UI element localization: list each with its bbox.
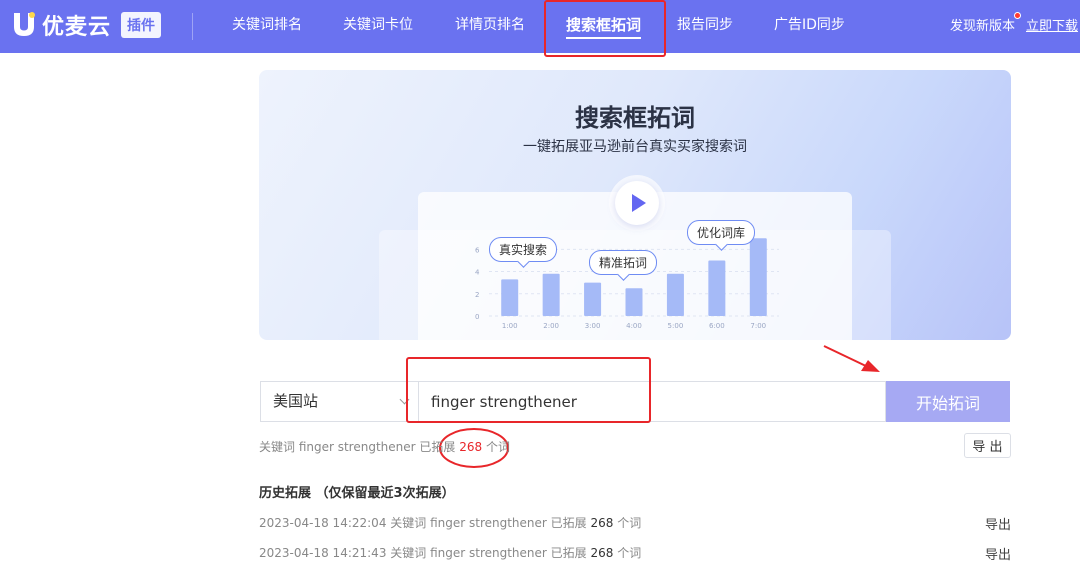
bubble-real-search: 真实搜索: [489, 237, 558, 262]
history-text: 2023-04-18 14:21:43 关键词 finger strengthe…: [259, 544, 641, 561]
history-suffix: 个词: [613, 516, 642, 530]
annotation-highlight-nav: [544, 0, 666, 57]
chart-bar: [708, 260, 726, 316]
chart-bar: [501, 279, 519, 316]
new-version-notice: 发现新版本: [950, 19, 1016, 34]
history-export-link[interactable]: 导出: [985, 544, 1011, 563]
play-icon[interactable]: [615, 181, 659, 225]
result-count: 268: [459, 440, 483, 454]
annotation-highlight-input: [406, 357, 651, 423]
nav-label: 广告ID同步: [774, 17, 845, 33]
history-suffix: 个词: [613, 546, 642, 560]
export-button[interactable]: 导 出: [964, 433, 1011, 458]
x-tick-label: 3:00: [585, 322, 601, 330]
x-tick-label: 2:00: [543, 322, 559, 330]
logo[interactable]: 优麦云 插件: [12, 9, 162, 41]
chart-bar: [625, 288, 643, 316]
nav-label: 关键词排名: [232, 17, 302, 33]
x-tick-label: 4:00: [626, 322, 642, 330]
bubble-precise-expand: 精准拓词: [589, 250, 658, 275]
bubble-optimize-library: 优化词库: [687, 220, 756, 245]
x-tick-label: 1:00: [502, 322, 518, 330]
y-tick-label: 0: [475, 313, 479, 321]
logo-icon: [14, 12, 35, 36]
nav-ad-id-sync[interactable]: 广告ID同步: [774, 0, 845, 53]
history-row: 2023-04-18 14:21:43 关键词 finger strengthe…: [259, 544, 1011, 564]
history-count: 268: [590, 516, 614, 530]
history-title: 历史拓展 （仅保留最近3次拓展）: [259, 486, 455, 501]
result-suffix: 个词: [482, 440, 510, 454]
site-select[interactable]: 美国站: [260, 381, 418, 422]
chart-bar: [749, 238, 767, 316]
y-tick-label: 2: [475, 291, 479, 299]
y-tick-label: 6: [475, 246, 480, 254]
nav-label: 报告同步: [677, 17, 733, 33]
download-link[interactable]: 立即下载: [1026, 15, 1078, 34]
chart-bar: [584, 282, 602, 316]
site-select-value: 美国站: [273, 392, 319, 410]
chart-bar: [542, 273, 560, 316]
history-text: 2023-04-18 14:22:04 关键词 finger strengthe…: [259, 514, 641, 531]
start-expand-button[interactable]: 开始拓词: [886, 381, 1010, 422]
x-tick-label: 7:00: [750, 322, 766, 330]
result-prefix: 关键词 finger strengthener 已拓展: [259, 440, 460, 454]
result-summary: 关键词 finger strengthener 已拓展 268 个词: [259, 438, 510, 455]
logo-text: 优麦云: [42, 15, 112, 40]
x-tick-label: 5:00: [668, 322, 684, 330]
history-prefix: 2023-04-18 14:22:04 关键词 finger strengthe…: [259, 516, 591, 530]
history-count: 268: [590, 546, 614, 560]
y-tick-label: 4: [475, 269, 480, 277]
nav-divider: [192, 13, 193, 40]
nav-report-sync[interactable]: 报告同步: [677, 0, 733, 53]
nav-label: 关键词卡位: [343, 17, 413, 33]
x-tick-label: 6:00: [709, 322, 725, 330]
history-prefix: 2023-04-18 14:21:43 关键词 finger strengthe…: [259, 546, 591, 560]
nav-keyword-ranking[interactable]: 关键词排名: [232, 0, 302, 53]
history-row: 2023-04-18 14:22:04 关键词 finger strengthe…: [259, 514, 1011, 534]
nav-keyword-slot[interactable]: 关键词卡位: [343, 0, 413, 53]
feature-banner: 搜索框拓词 一键拓展亚马逊前台真实买家搜索词 0 2 4 6 1:00 2:00 3:00 4…: [259, 70, 1011, 340]
nav-label: 详情页排名: [455, 17, 525, 33]
nav-detail-ranking[interactable]: 详情页排名: [455, 0, 525, 53]
notification-dot: [1014, 12, 1021, 19]
chart-bar: [666, 273, 684, 316]
top-nav-bar: 优麦云 插件 关键词排名 关键词卡位 详情页排名 搜索框拓词 报告同步 广告ID…: [0, 0, 1080, 53]
plugin-badge: 插件: [121, 12, 162, 38]
history-export-link[interactable]: 导出: [985, 514, 1011, 533]
